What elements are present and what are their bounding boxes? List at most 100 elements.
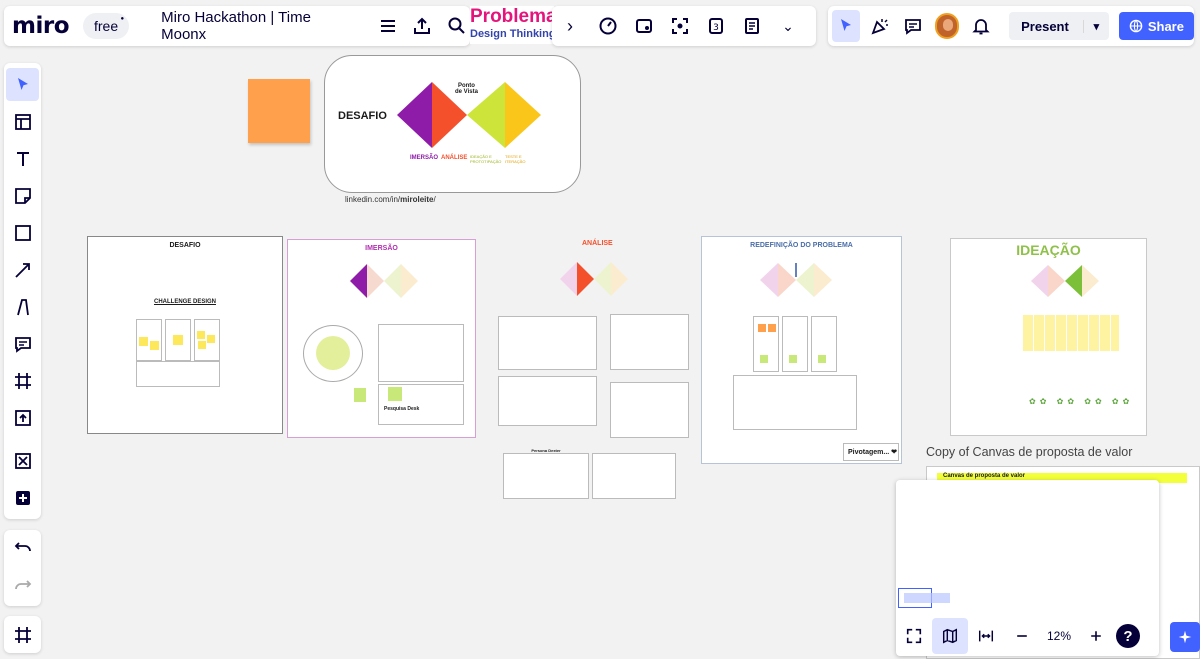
globe-icon xyxy=(1129,19,1143,33)
cursor-select-icon[interactable] xyxy=(832,10,861,42)
chevrons-down-icon[interactable]: ⌄ xyxy=(774,12,802,40)
orange-sticky-note[interactable] xyxy=(248,79,310,143)
svg-text:3: 3 xyxy=(713,23,719,33)
minimap-content xyxy=(904,593,950,603)
miro-logo[interactable]: miro xyxy=(12,13,70,39)
connector-arrow-icon[interactable] xyxy=(6,253,39,286)
persona-card: Persona Dexter xyxy=(503,448,589,499)
undo-redo-panel xyxy=(4,530,41,606)
imersao-diamond-icon xyxy=(350,264,418,298)
minimap-panel[interactable]: 12% ? xyxy=(896,480,1159,656)
frame-ideacao-title: IDEAÇÃO xyxy=(1016,242,1081,258)
shape-tool-icon[interactable] xyxy=(6,216,39,249)
text-tool-icon[interactable] xyxy=(6,142,39,175)
plan-badge-label: free xyxy=(94,18,119,34)
sticky xyxy=(150,341,159,350)
plan-badge[interactable]: free ● xyxy=(83,13,130,39)
frame-imersao[interactable]: IMERSÃO Pesquisa Desk xyxy=(287,239,476,438)
present-dropdown-chevron-icon[interactable]: ▾ xyxy=(1082,19,1109,33)
upload-icon[interactable] xyxy=(6,401,39,434)
ponto-de-vista-label: Ponto de Vista xyxy=(455,83,478,95)
frame-tool-icon[interactable] xyxy=(6,364,39,397)
sticky-note-icon[interactable] xyxy=(6,179,39,212)
frames-panel-button[interactable] xyxy=(4,616,41,653)
export-upload-icon[interactable] xyxy=(409,12,435,40)
copy-canvas-title: Copy of Canvas de proposta de valor xyxy=(926,445,1133,459)
select-tool-icon[interactable] xyxy=(6,68,39,101)
chevron-right-icon[interactable]: › xyxy=(556,12,584,40)
phase-ideacao-label: IDEAÇÃO E PROTOTIPAÇÃO xyxy=(470,154,502,164)
present-button[interactable]: Present ▾ xyxy=(1009,12,1109,40)
board-canvas[interactable]: DESAFIO Ponto de Vista IMERSÃO ANÁLISE I… xyxy=(0,0,1200,659)
voting-card-icon[interactable] xyxy=(630,12,658,40)
reactions-icon[interactable] xyxy=(868,12,893,40)
apps-close-icon[interactable] xyxy=(6,444,39,477)
analise-journey-2 xyxy=(498,376,597,426)
comment-tool-icon[interactable] xyxy=(6,327,39,360)
fit-screen-icon[interactable] xyxy=(896,618,932,654)
empathy-map-inner xyxy=(316,336,350,370)
undo-icon[interactable] xyxy=(13,537,33,562)
diamond-yellow-right xyxy=(505,82,541,148)
more-apps-plus-icon[interactable] xyxy=(6,481,39,514)
hero-desafio-label: DESAFIO xyxy=(338,110,387,122)
sticky xyxy=(758,324,766,332)
fit-width-icon[interactable] xyxy=(968,618,1004,654)
pen-tool-icon[interactable] xyxy=(6,290,39,323)
ideation-clusters: ✿✿ ✿✿ ✿✿ ✿✿ xyxy=(1029,397,1134,406)
map-toggle-icon[interactable] xyxy=(932,618,968,654)
hamburger-menu-icon[interactable] xyxy=(375,12,401,40)
persona-title: Persona Dexter xyxy=(531,448,561,453)
ai-assist-button[interactable] xyxy=(1170,622,1200,652)
number-card-icon[interactable]: 3 xyxy=(702,12,730,40)
sticky xyxy=(173,335,183,345)
design-thinking-card[interactable]: DESAFIO Ponto de Vista IMERSÃO ANÁLISE I… xyxy=(324,55,581,193)
redefinicao-card-3 xyxy=(811,316,837,372)
banner-subtitle: Design Thinking xyxy=(470,28,556,40)
notifications-bell-icon[interactable] xyxy=(969,12,994,40)
phase-imersao-label: IMERSÃO xyxy=(410,155,439,161)
zoom-level[interactable]: 12% xyxy=(1040,629,1078,643)
persona-card-2 xyxy=(592,453,676,499)
focus-frame-icon[interactable] xyxy=(666,12,694,40)
linkedin-link[interactable]: linkedin.com/in/miroleite/ xyxy=(345,195,436,204)
share-button[interactable]: Share xyxy=(1118,12,1194,40)
challenge-design-title: CHALLENGE DESIGN xyxy=(153,299,216,305)
zoom-in-icon[interactable] xyxy=(1078,618,1114,654)
pivotagem-button[interactable]: Pivotagem... ❤ xyxy=(843,443,899,461)
frame-imersao-title: IMERSÃO xyxy=(365,245,398,252)
frame-ideacao[interactable]: IDEAÇÃO ✿✿ ✿✿ ✿✿ ✿✿ xyxy=(950,238,1147,436)
sticky xyxy=(197,331,205,339)
avatar-face xyxy=(943,19,954,31)
comments-icon[interactable] xyxy=(901,12,926,40)
redo-icon[interactable] xyxy=(13,575,33,600)
templates-icon[interactable] xyxy=(6,105,39,138)
board-title[interactable]: Miro Hackathon | Time Moonx xyxy=(161,9,349,43)
sticky xyxy=(818,355,826,363)
frames-list-icon xyxy=(14,626,31,643)
left-toolbar xyxy=(4,63,41,519)
phase-testes-label: TESTE E ITERAÇÃO xyxy=(505,154,526,164)
user-avatar[interactable] xyxy=(935,13,959,39)
frame-desafio[interactable]: DESAFIO CHALLENGE DESIGN xyxy=(87,236,283,434)
present-label: Present xyxy=(1021,18,1069,34)
redefinicao-card-2 xyxy=(782,316,808,372)
zoom-out-icon[interactable] xyxy=(1004,618,1040,654)
sticky xyxy=(388,387,402,401)
analise-diamond-icon xyxy=(560,262,628,296)
sticky xyxy=(139,337,148,346)
phase-analise-label: ANÁLISE xyxy=(441,155,468,161)
search-icon[interactable] xyxy=(444,12,470,40)
ideacao-diamond-icon xyxy=(1031,265,1099,297)
link-handle: miroleite xyxy=(400,195,434,204)
timer-icon[interactable] xyxy=(594,12,622,40)
help-icon[interactable]: ? xyxy=(1116,624,1140,648)
sticky xyxy=(760,355,768,363)
sticky xyxy=(207,335,215,343)
notes-doc-icon[interactable] xyxy=(738,12,766,40)
frame-redefinicao-title: REDEFINIÇÃO DO PROBLEMA xyxy=(750,242,853,249)
pesquisa-desk-label: Pesquisa Desk xyxy=(384,406,420,412)
frame-redefinicao[interactable]: REDEFINIÇÃO DO PROBLEMA Pivotagem... ❤ xyxy=(701,236,902,464)
sticky xyxy=(768,324,776,332)
topbar-right: Present ▾ Share xyxy=(828,6,1194,46)
